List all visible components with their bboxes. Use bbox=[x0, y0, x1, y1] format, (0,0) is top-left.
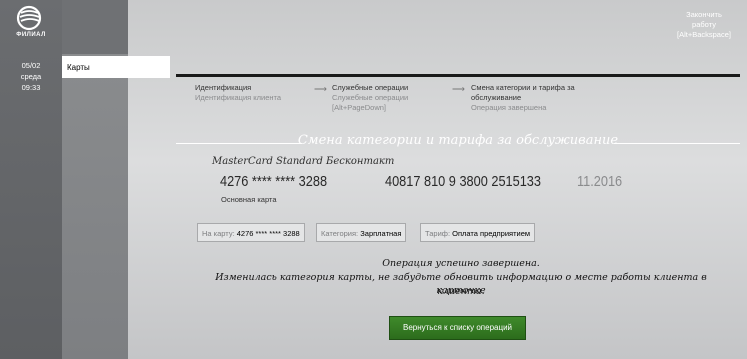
weekday-text: среда bbox=[20, 72, 42, 81]
step-title: Идентификация bbox=[195, 83, 252, 92]
back-to-operations-button[interactable]: Вернуться к списку операций bbox=[389, 316, 526, 340]
info-tariff: Тариф: Оплата предприятием bbox=[420, 223, 536, 242]
arrow-right-icon: ⟶ bbox=[452, 84, 465, 94]
nav-column-header bbox=[62, 0, 128, 54]
end-work-label-line2: работу bbox=[692, 20, 716, 29]
end-work-shortcut: [Alt+Backspace] bbox=[677, 30, 731, 39]
step-subtitle: Служебные операции bbox=[332, 93, 409, 102]
datetime-block: 05/02 среда 09:33 bbox=[0, 60, 62, 93]
info-key: Тариф: bbox=[425, 229, 451, 238]
step-identification[interactable]: Идентификация Идентификация клиента bbox=[195, 83, 281, 103]
card-number: 4276 **** **** 3288 bbox=[220, 173, 328, 190]
card-expiry: 11.2016 bbox=[577, 173, 623, 190]
arrow-right-icon: ⟶ bbox=[314, 84, 327, 94]
left-sidebar: ФИЛИАЛ 05/02 среда 09:33 bbox=[0, 0, 62, 359]
bank-logo-icon bbox=[16, 5, 42, 31]
step-subtitle: Операция завершена bbox=[471, 103, 547, 112]
info-key: Категория: bbox=[321, 229, 359, 238]
end-work-button[interactable]: Закончить работу [Alt+Backspace] bbox=[664, 10, 744, 40]
info-value: Зарплатная bbox=[360, 229, 402, 238]
info-category: Категория: Зарплатная bbox=[316, 223, 407, 242]
step-title-line1: Смена категории и тарифа за bbox=[471, 83, 575, 92]
step-title: Служебные операции bbox=[332, 83, 409, 92]
info-value: 4276 **** **** 3288 bbox=[236, 229, 300, 238]
step-subtitle: Идентификация клиента bbox=[195, 93, 282, 102]
end-work-label-line1: Закончить bbox=[686, 10, 722, 19]
info-card-number: На карту: 4276 **** **** 3288 bbox=[197, 223, 305, 242]
step-change-category: Смена категории и тарифа за обслуживание… bbox=[471, 83, 575, 113]
success-message: Операция успешно завершена. bbox=[382, 258, 540, 269]
step-service-operations[interactable]: Служебные операции Служебные операции [A… bbox=[332, 83, 408, 113]
step-title-line2: обслуживание bbox=[471, 93, 522, 102]
step-shortcut: [Alt+PageDown] bbox=[332, 103, 386, 112]
brand-name: ФИЛИАЛ bbox=[16, 32, 46, 38]
time-text: 09:33 bbox=[21, 83, 41, 92]
tab-cards[interactable]: Карты bbox=[62, 56, 170, 78]
info-value: Оплата предприятием bbox=[452, 229, 531, 238]
info-key: На карту: bbox=[202, 229, 235, 238]
section-title: Смена категории и тарифа за обслуживание bbox=[176, 133, 740, 148]
date-text: 05/02 bbox=[21, 61, 41, 70]
card-label: Основная карта bbox=[221, 195, 277, 204]
account-number: 40817 810 9 3800 2515133 bbox=[385, 173, 541, 190]
section-title-text: Смена категории и тарифа за обслуживание bbox=[297, 133, 619, 148]
step-progress-bar bbox=[176, 74, 740, 77]
card-type: MasterCard Standard Бесконтакт bbox=[212, 156, 395, 167]
reminder-message-line2: клиента. bbox=[437, 286, 485, 297]
